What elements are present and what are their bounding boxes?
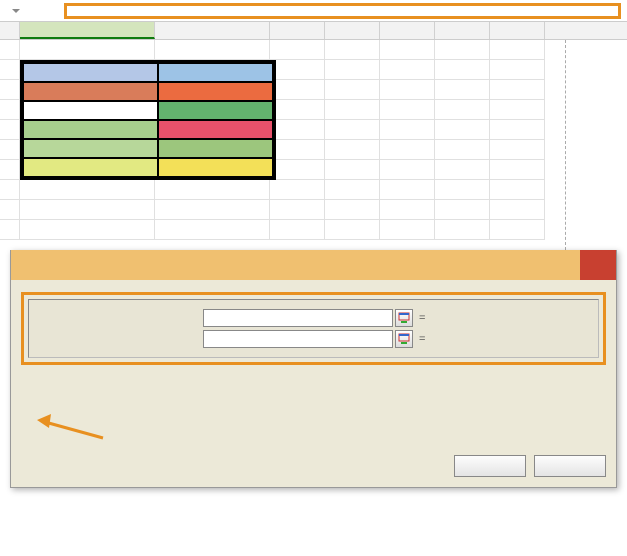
table-header-revenue[interactable] — [158, 63, 273, 82]
table-row — [23, 139, 273, 158]
formula-bar-input[interactable] — [64, 3, 621, 19]
cell-revenue-2[interactable] — [158, 120, 273, 139]
col-header-C[interactable] — [155, 22, 270, 39]
col-header-F[interactable] — [380, 22, 435, 39]
arg-row-link-location: = — [35, 309, 592, 327]
dialog-titlebar[interactable] — [11, 250, 616, 280]
cell-revenue-0[interactable] — [158, 82, 273, 101]
cell-service-2day[interactable] — [23, 120, 158, 139]
name-and-formula-bar — [0, 0, 627, 22]
col-header-A[interactable] — [0, 22, 20, 39]
column-headers — [0, 22, 627, 40]
cell-revenue-1[interactable] — [158, 101, 273, 120]
arg-input-friendly-name[interactable] — [203, 330, 393, 348]
page-break-line — [565, 40, 566, 250]
cell-service-ground[interactable] — [23, 82, 158, 101]
table-row — [23, 82, 273, 101]
dialog-help-icon[interactable] — [544, 250, 580, 280]
equals-icon: = — [413, 333, 431, 345]
table-row — [23, 158, 273, 177]
table-header-service-level[interactable] — [23, 63, 158, 82]
annotation-arrow-icon — [35, 414, 105, 443]
col-header-D[interactable] — [270, 22, 325, 39]
argument-description — [21, 375, 606, 390]
ok-button[interactable] — [454, 455, 526, 477]
formula-result — [21, 414, 606, 443]
dialog-footer — [11, 451, 616, 487]
cell-service-priority[interactable] — [23, 158, 158, 177]
cell-revenue-4[interactable] — [158, 158, 273, 177]
equals-icon: = — [413, 312, 431, 324]
cancel-button[interactable] — [534, 455, 606, 477]
data-table — [20, 60, 276, 180]
arg-row-friendly-name: = — [35, 330, 592, 348]
collapse-dialog-icon[interactable] — [395, 309, 413, 327]
dialog-close-icon[interactable] — [580, 250, 616, 280]
col-header-G[interactable] — [435, 22, 490, 39]
worksheet-grid[interactable] — [0, 40, 627, 240]
cell-editing-formula[interactable] — [23, 101, 158, 120]
arg-input-link-location[interactable] — [203, 309, 393, 327]
function-arguments-dialog: = = — [10, 250, 617, 488]
cell-revenue-3[interactable] — [158, 139, 273, 158]
cell-service-overnight[interactable] — [23, 139, 158, 158]
col-header-B[interactable] — [20, 22, 155, 39]
collapse-dialog-icon[interactable] — [395, 330, 413, 348]
table-row — [23, 120, 273, 139]
arguments-highlight-box: = = — [21, 292, 606, 365]
name-box-dropdown-icon[interactable] — [12, 9, 20, 13]
table-row — [23, 101, 273, 120]
col-header-E[interactable] — [325, 22, 380, 39]
col-header-H[interactable] — [490, 22, 545, 39]
